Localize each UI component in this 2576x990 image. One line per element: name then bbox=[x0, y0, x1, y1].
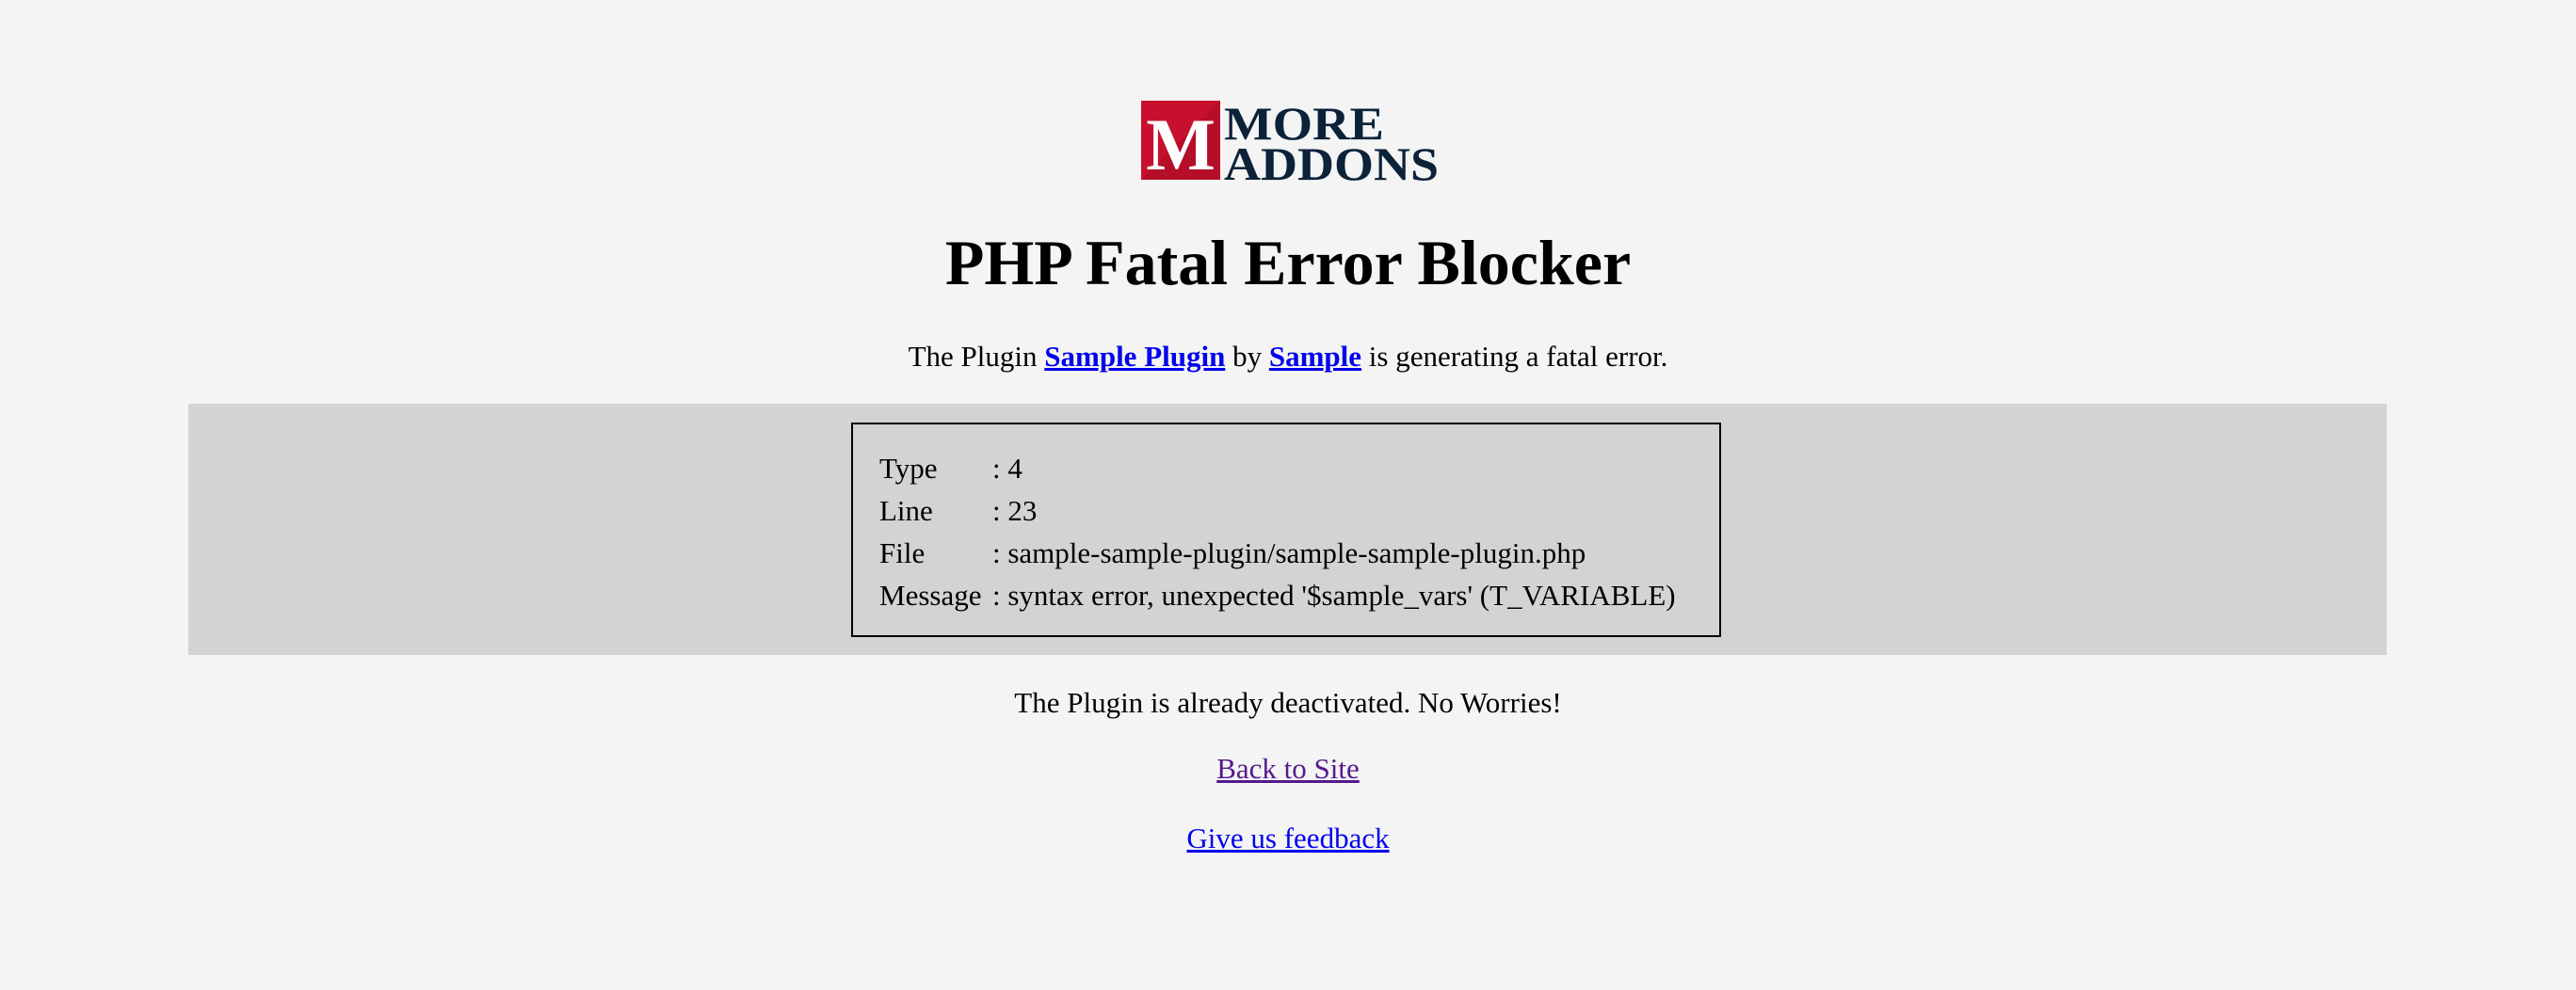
error-row-file: File : sample-sample-plugin/sample-sample… bbox=[879, 532, 1719, 574]
plugin-link[interactable]: Sample Plugin bbox=[1044, 340, 1225, 373]
intro-by: by bbox=[1225, 340, 1269, 373]
error-label-type: Type bbox=[879, 452, 938, 485]
page-title: PHP Fatal Error Blocker bbox=[944, 227, 1632, 298]
give-feedback-link[interactable]: Give us feedback bbox=[1186, 822, 1389, 854]
error-label-message: Message bbox=[879, 579, 982, 612]
error-value-file: : sample-sample-plugin/sample-sample-plu… bbox=[992, 536, 1586, 569]
back-to-site-link[interactable]: Back to Site bbox=[1216, 752, 1360, 785]
error-row-type: Type : 4 bbox=[879, 447, 1719, 489]
intro-suffix: is generating a fatal error. bbox=[1361, 340, 1668, 373]
intro-text: The Plugin Sample Plugin by Sample is ge… bbox=[0, 334, 2576, 379]
logo-m-letter: M bbox=[1146, 104, 1216, 183]
deactivated-message: The Plugin is already deactivated. No Wo… bbox=[1014, 686, 1562, 719]
feedback-line: Give us feedback bbox=[0, 816, 2576, 861]
author-link[interactable]: Sample bbox=[1269, 340, 1361, 373]
error-label-line: Line bbox=[879, 494, 933, 527]
logo-text-addons: ADDONS bbox=[1224, 137, 1439, 183]
more-addons-logo: M MORE ADDONS bbox=[1141, 98, 1441, 183]
error-value-type: : 4 bbox=[992, 452, 1022, 485]
more-addons-logo-icon: M MORE ADDONS bbox=[1141, 98, 1439, 183]
error-label-file: File bbox=[879, 536, 926, 569]
error-value-line: : 23 bbox=[992, 494, 1038, 527]
error-value-message: : syntax error, unexpected '$sample_vars… bbox=[992, 579, 1676, 612]
back-to-site-line: Back to Site bbox=[0, 746, 2576, 791]
intro-prefix: The Plugin bbox=[908, 340, 1045, 373]
error-details-box: Type : 4 Line : 23 File : sample-sample-plu… bbox=[851, 423, 1721, 637]
error-row-message: Message : syntax error, unexpected '$samp… bbox=[879, 574, 1719, 616]
error-row-line: Line : 23 bbox=[879, 489, 1719, 532]
